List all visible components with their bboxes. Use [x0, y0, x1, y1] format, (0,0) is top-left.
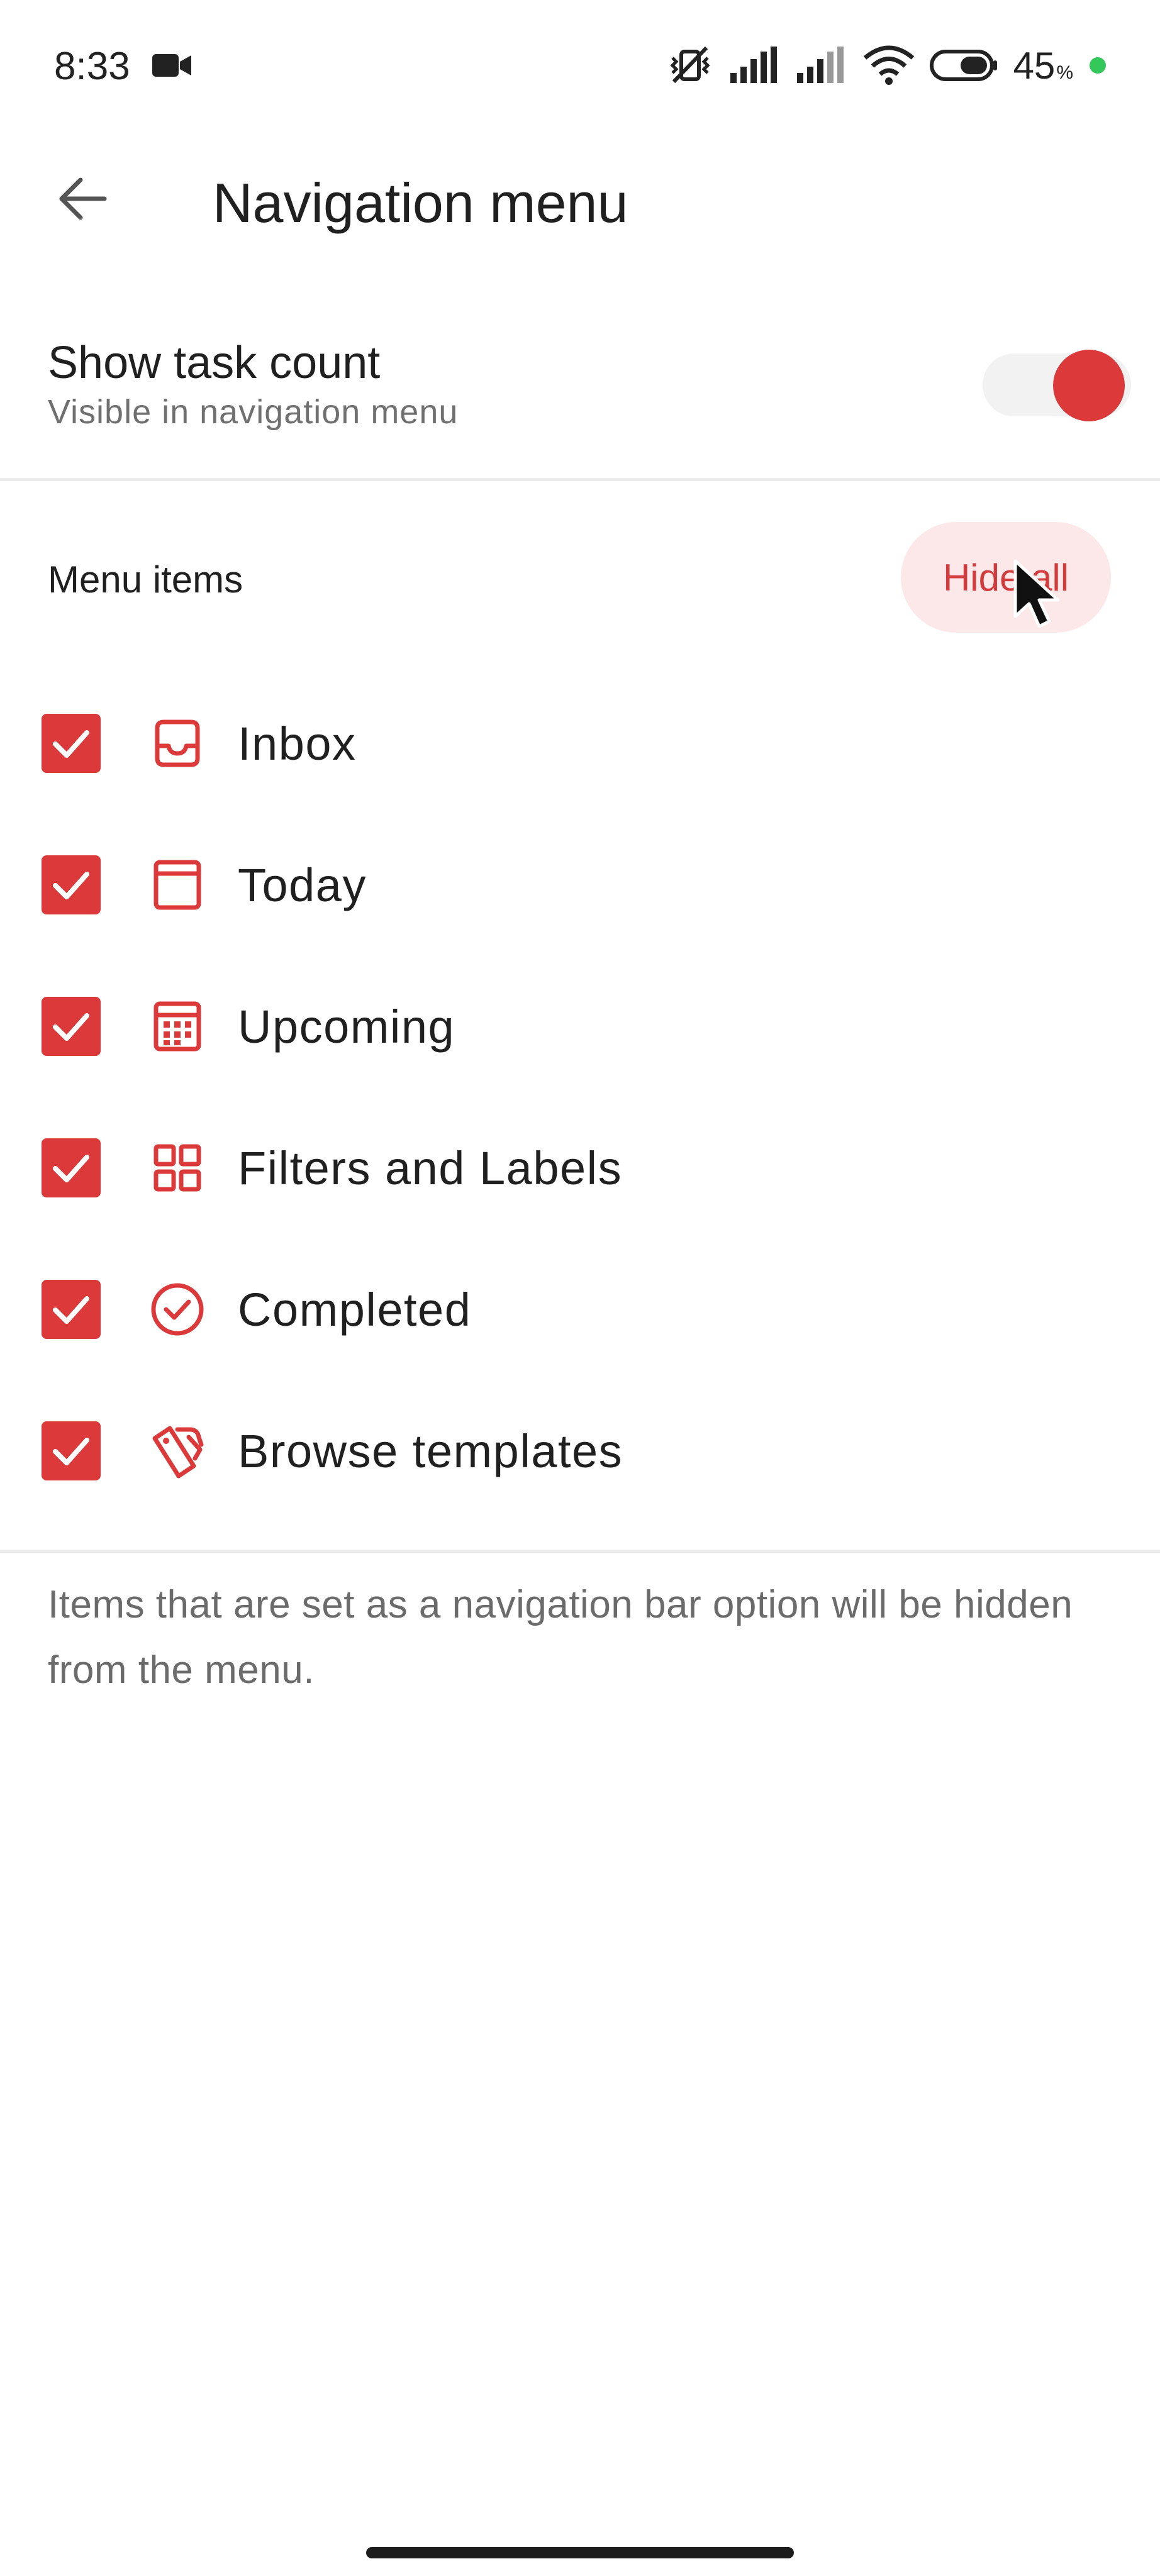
templates-icon [148, 1422, 206, 1480]
task-count-toggle[interactable] [981, 337, 1132, 431]
checkbox-checked[interactable] [42, 1138, 101, 1197]
signal-icon [796, 47, 844, 83]
checkbox-checked[interactable] [42, 855, 101, 914]
checkmark-icon [53, 872, 89, 899]
battery-icon [929, 50, 997, 81]
signal-icon [730, 47, 777, 83]
page-title: Navigation menu [213, 172, 628, 234]
checkmark-icon [53, 1296, 89, 1324]
menu-item-filters-labels[interactable]: Filters and Labels [0, 1097, 1160, 1239]
divider [0, 478, 1160, 481]
battery-percent: 45% [1013, 44, 1073, 87]
status-bar: 8:33 45 % [0, 0, 1160, 132]
arrow-left-icon [59, 177, 107, 220]
toggle-thumb [1053, 350, 1125, 421]
check-circle-icon [148, 1280, 206, 1338]
footer-note: Items that are set as a navigation bar o… [48, 1583, 1073, 1692]
muted-vibrate-icon [670, 46, 710, 84]
checkmark-icon [53, 730, 89, 758]
menu-item-label: Inbox [238, 718, 357, 770]
checkmark-icon [53, 1013, 89, 1041]
menu-items-header: Menu items Hide all [0, 522, 1160, 635]
green-dot-indicator [1090, 57, 1106, 74]
inbox-icon [148, 714, 206, 772]
menu-item-completed[interactable]: Completed [0, 1239, 1160, 1380]
checkbox-checked[interactable] [42, 714, 101, 773]
video-camera-icon [152, 54, 191, 77]
menu-item-label: Filters and Labels [238, 1142, 623, 1194]
checkbox-checked[interactable] [42, 997, 101, 1056]
menu-item-label: Upcoming [238, 1001, 455, 1053]
app-bar: Navigation menu [0, 132, 1160, 258]
wifi-icon [863, 45, 914, 85]
setting-subtitle: Visible in navigation menu [48, 393, 459, 431]
menu-items-list: Inbox Today Upcoming Filters and Labels … [0, 673, 1160, 1522]
grid-icon [148, 1139, 206, 1197]
menu-item-upcoming[interactable]: Upcoming [0, 956, 1160, 1097]
status-time: 8:33 [54, 45, 130, 88]
checkmark-icon [53, 1155, 89, 1182]
menu-item-label: Today [238, 859, 367, 911]
menu-item-label: Browse templates [238, 1425, 623, 1477]
checkbox-checked[interactable] [42, 1421, 101, 1480]
setting-title: Show task count [48, 338, 381, 388]
checkbox-checked[interactable] [42, 1280, 101, 1339]
divider [0, 1550, 1160, 1553]
hide-all-button[interactable]: Hide all [901, 522, 1111, 633]
menu-item-label: Completed [238, 1284, 472, 1336]
home-gesture-bar[interactable] [366, 2547, 794, 2558]
back-button[interactable] [38, 155, 126, 243]
section-label: Menu items [48, 558, 243, 601]
show-task-count-setting[interactable]: Show task count Visible in navigation me… [0, 321, 1160, 478]
menu-item-browse-templates[interactable]: Browse templates [0, 1380, 1160, 1522]
checkmark-icon [53, 1438, 89, 1465]
calendar-icon [148, 997, 206, 1055]
menu-item-inbox[interactable]: Inbox [0, 673, 1160, 814]
menu-item-today[interactable]: Today [0, 814, 1160, 956]
today-icon [148, 856, 206, 914]
status-icons: 45% [665, 39, 1106, 92]
